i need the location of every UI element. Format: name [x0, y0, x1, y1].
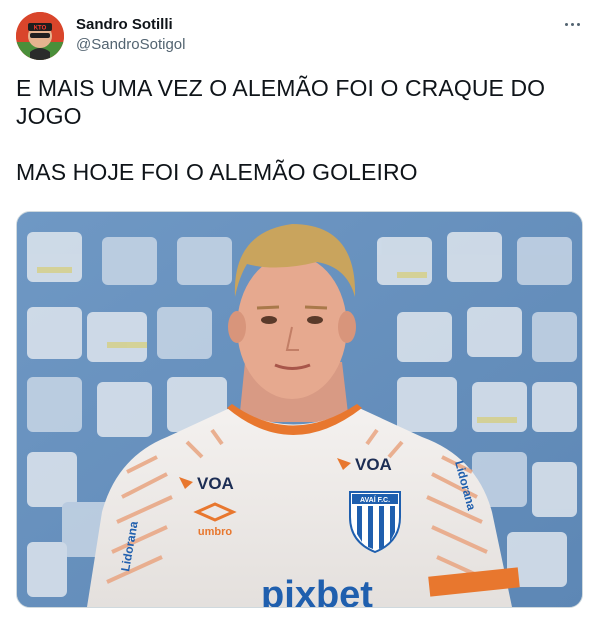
display-name[interactable]: Sandro Sotilli	[76, 15, 185, 35]
handle[interactable]: @SandroSotigol	[76, 35, 185, 55]
tweet-card: KTO Sandro Sotilli @SandroSotigol E MAIS…	[0, 0, 600, 629]
sponsor-right-text: VOA	[355, 455, 392, 474]
more-dot	[570, 22, 574, 26]
tweet-text: E MAIS UMA VEZ O ALEMÃO FOI O CRAQUE DO …	[16, 74, 576, 186]
avatar-badge-text: KTO	[34, 26, 47, 32]
umbro-text: umbro	[198, 526, 233, 538]
player-photo: VOA VOA umbro AVAÍ F.C. Lidorana Lidoran…	[17, 212, 582, 607]
more-dot	[564, 22, 568, 26]
sponsor-left-text: VOA	[197, 474, 234, 493]
author-block: Sandro Sotilli @SandroSotigol	[76, 15, 185, 55]
more-dot	[576, 22, 580, 26]
tweet-text-line: MAS HOJE FOI O ALEMÃO GOLEIRO	[16, 159, 418, 185]
more-horizontal-icon[interactable]	[560, 14, 584, 34]
chest-sponsor: pixbet	[261, 574, 373, 607]
tweet-photo[interactable]: VOA VOA umbro AVAÍ F.C. Lidorana Lidoran…	[16, 211, 583, 608]
crest-text: AVAÍ F.C.	[360, 495, 390, 504]
avatar-image: KTO	[16, 12, 64, 60]
tweet-text-line: E MAIS UMA VEZ O ALEMÃO FOI O CRAQUE DO …	[16, 75, 546, 129]
avatar[interactable]: KTO	[16, 12, 64, 60]
